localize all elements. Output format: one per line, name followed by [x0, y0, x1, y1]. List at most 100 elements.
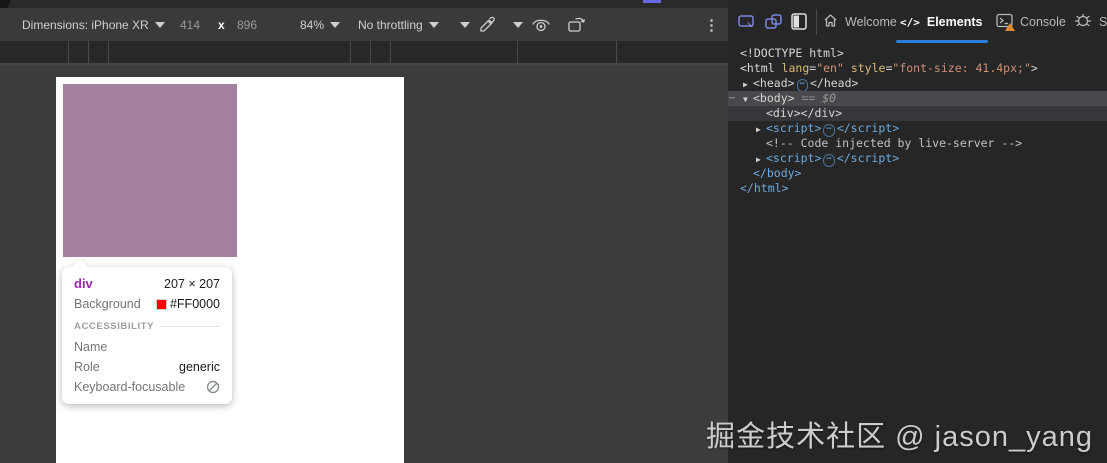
- ruler-divider: [350, 41, 351, 63]
- dimensions-label: Dimensions: iPhone XR: [22, 17, 149, 32]
- expander-closed-icon[interactable]: ▶: [743, 77, 748, 92]
- code-token: $0: [822, 91, 837, 105]
- device-toolbar: Dimensions: iPhone XR 414 x 896 84% No t…: [0, 8, 733, 41]
- screencast-toggle-icon: [737, 15, 757, 36]
- toolbar-separator: [816, 9, 817, 35]
- focusable-label: Keyboard-focusable: [74, 380, 186, 394]
- section-divider: [160, 326, 220, 327]
- expander-closed-icon[interactable]: ▶: [756, 122, 761, 137]
- throttling-select[interactable]: No throttling: [358, 8, 439, 41]
- tooltip-dimensions: 207 × 207: [164, 276, 220, 291]
- ruler-divider: [390, 41, 391, 63]
- dom-tree-row[interactable]: <!-- Code injected by live-server -->: [728, 136, 1107, 151]
- dom-tree-row[interactable]: ▶ <script> ⋯ </script>: [728, 121, 1107, 137]
- dropdown-button[interactable]: [513, 8, 523, 41]
- eye-icon: [531, 17, 551, 33]
- code-token: lang: [781, 61, 810, 75]
- zoom-select[interactable]: 84%: [300, 8, 341, 41]
- expander-closed-icon[interactable]: ▶: [756, 152, 761, 167]
- code-token: <!DOCTYPE html>: [740, 46, 844, 60]
- dropdown-button[interactable]: [460, 8, 470, 41]
- ruler-divider: [370, 41, 371, 63]
- home-icon: [823, 13, 838, 31]
- more-options-button[interactable]: ⋮: [704, 8, 719, 41]
- dock-side-icon: [790, 13, 809, 35]
- dimensions-select[interactable]: Dimensions: iPhone XR: [22, 8, 165, 41]
- dom-tree-row[interactable]: <div></div>: [728, 106, 1107, 121]
- code-token: <html: [740, 61, 782, 75]
- screencast-toggle-button[interactable]: [737, 12, 757, 37]
- viewport-height-field[interactable]: 896: [237, 8, 257, 41]
- device-emulation-pane: Dimensions: iPhone XR 414 x 896 84% No t…: [0, 0, 733, 463]
- dom-tree: <!DOCTYPE html> <html lang="en" style="fo…: [728, 46, 1107, 196]
- ruler-divider: [517, 41, 518, 63]
- inspected-div-highlight[interactable]: [63, 84, 237, 257]
- kebab-menu-icon: ⋮: [704, 16, 719, 34]
- dom-tree-row[interactable]: <!DOCTYPE html>: [728, 46, 1107, 61]
- expander-open-icon[interactable]: ▼: [743, 92, 748, 107]
- ruler-divider: [68, 41, 69, 63]
- ruler-divider: [616, 41, 617, 63]
- eyedropper-icon: [479, 16, 496, 33]
- code-token: <div></div>: [766, 106, 843, 120]
- tab-sources[interactable]: S: [1074, 0, 1107, 44]
- dom-tree-row[interactable]: </html>: [728, 181, 1107, 196]
- accessibility-section-title: ACCESSIBILITY: [74, 321, 155, 332]
- vision-deficiency-button[interactable]: [531, 8, 551, 41]
- code-token: </html>: [740, 181, 789, 195]
- eyedropper-button[interactable]: [479, 8, 496, 41]
- tab-elements[interactable]: </> Elements: [900, 0, 982, 44]
- code-token: <!-- Code injected by live-server -->: [766, 136, 1023, 150]
- devtools-panel: Welcome </> Elements Console S <!DOCTYPE…: [728, 0, 1107, 463]
- code-token: </head>: [809, 76, 859, 90]
- dom-tree-row[interactable]: ▶ <script> ⋯ </script>: [728, 151, 1107, 167]
- background-ui-fragment: [643, 0, 661, 3]
- bug-icon: [1074, 12, 1092, 32]
- chevron-down-icon: [460, 21, 470, 28]
- dock-side-button[interactable]: [790, 12, 809, 36]
- chevron-down-icon: [513, 21, 523, 28]
- tooltip-tag-name: div: [74, 276, 93, 291]
- dom-tree-row[interactable]: ▶ <head> ⋯ </head>: [728, 76, 1107, 92]
- devtools-toolbar: Welcome </> Elements Console S: [728, 0, 1107, 44]
- rotate-device-button[interactable]: [567, 8, 587, 41]
- row-more-menu-icon[interactable]: ⋯: [729, 91, 735, 106]
- chevron-down-icon: [330, 21, 341, 28]
- background-label: Background: [74, 297, 141, 311]
- inspect-tooltip: div 207 × 207 Background #FF0000 ACCESSI…: [62, 258, 232, 404]
- code-token: <script>: [766, 121, 822, 135]
- viewport-width-field[interactable]: 414: [180, 8, 200, 41]
- color-swatch: [155, 298, 167, 310]
- console-icon: [996, 13, 1015, 31]
- code-token: "font-size: 41.4px;": [892, 61, 1031, 75]
- code-token: <head>: [753, 76, 795, 90]
- dom-tree-row[interactable]: <html lang="en" style="font-size: 41.4px…: [728, 61, 1107, 76]
- watermark: 掘金技术社区 @ jason_yang: [706, 421, 1093, 453]
- code-token: style: [850, 61, 886, 75]
- not-allowed-icon: [206, 380, 220, 394]
- active-tab-underline: [896, 40, 988, 43]
- chevron-down-icon: [428, 21, 439, 28]
- code-token: <script>: [766, 151, 822, 165]
- code-token: ==: [794, 91, 823, 105]
- code-token: "en": [816, 61, 844, 75]
- ruler-divider: [88, 41, 89, 63]
- media-query-bar[interactable]: [0, 41, 733, 65]
- code-icon: </>: [900, 15, 920, 29]
- dom-tree-row[interactable]: ⋯ ▼ <body> == $0: [728, 91, 1107, 106]
- emulated-page[interactable]: div 207 × 207 Background #FF0000 ACCESSI…: [56, 77, 404, 463]
- rotate-device-icon: [567, 16, 587, 34]
- rotate-screen-icon: [764, 14, 784, 36]
- warning-icon: [1005, 23, 1015, 31]
- chevron-down-icon: [154, 21, 165, 28]
- tab-console[interactable]: Console: [996, 0, 1066, 44]
- rotate-screen-button[interactable]: [764, 12, 784, 37]
- background-hex: #FF0000: [169, 297, 220, 311]
- tooltip-caret: [71, 258, 89, 276]
- dimension-separator: x: [218, 17, 225, 32]
- name-label: Name: [74, 340, 108, 354]
- tab-welcome[interactable]: Welcome: [823, 0, 897, 44]
- dom-tree-row[interactable]: </body>: [728, 166, 1107, 181]
- code-token: <body>: [753, 91, 795, 105]
